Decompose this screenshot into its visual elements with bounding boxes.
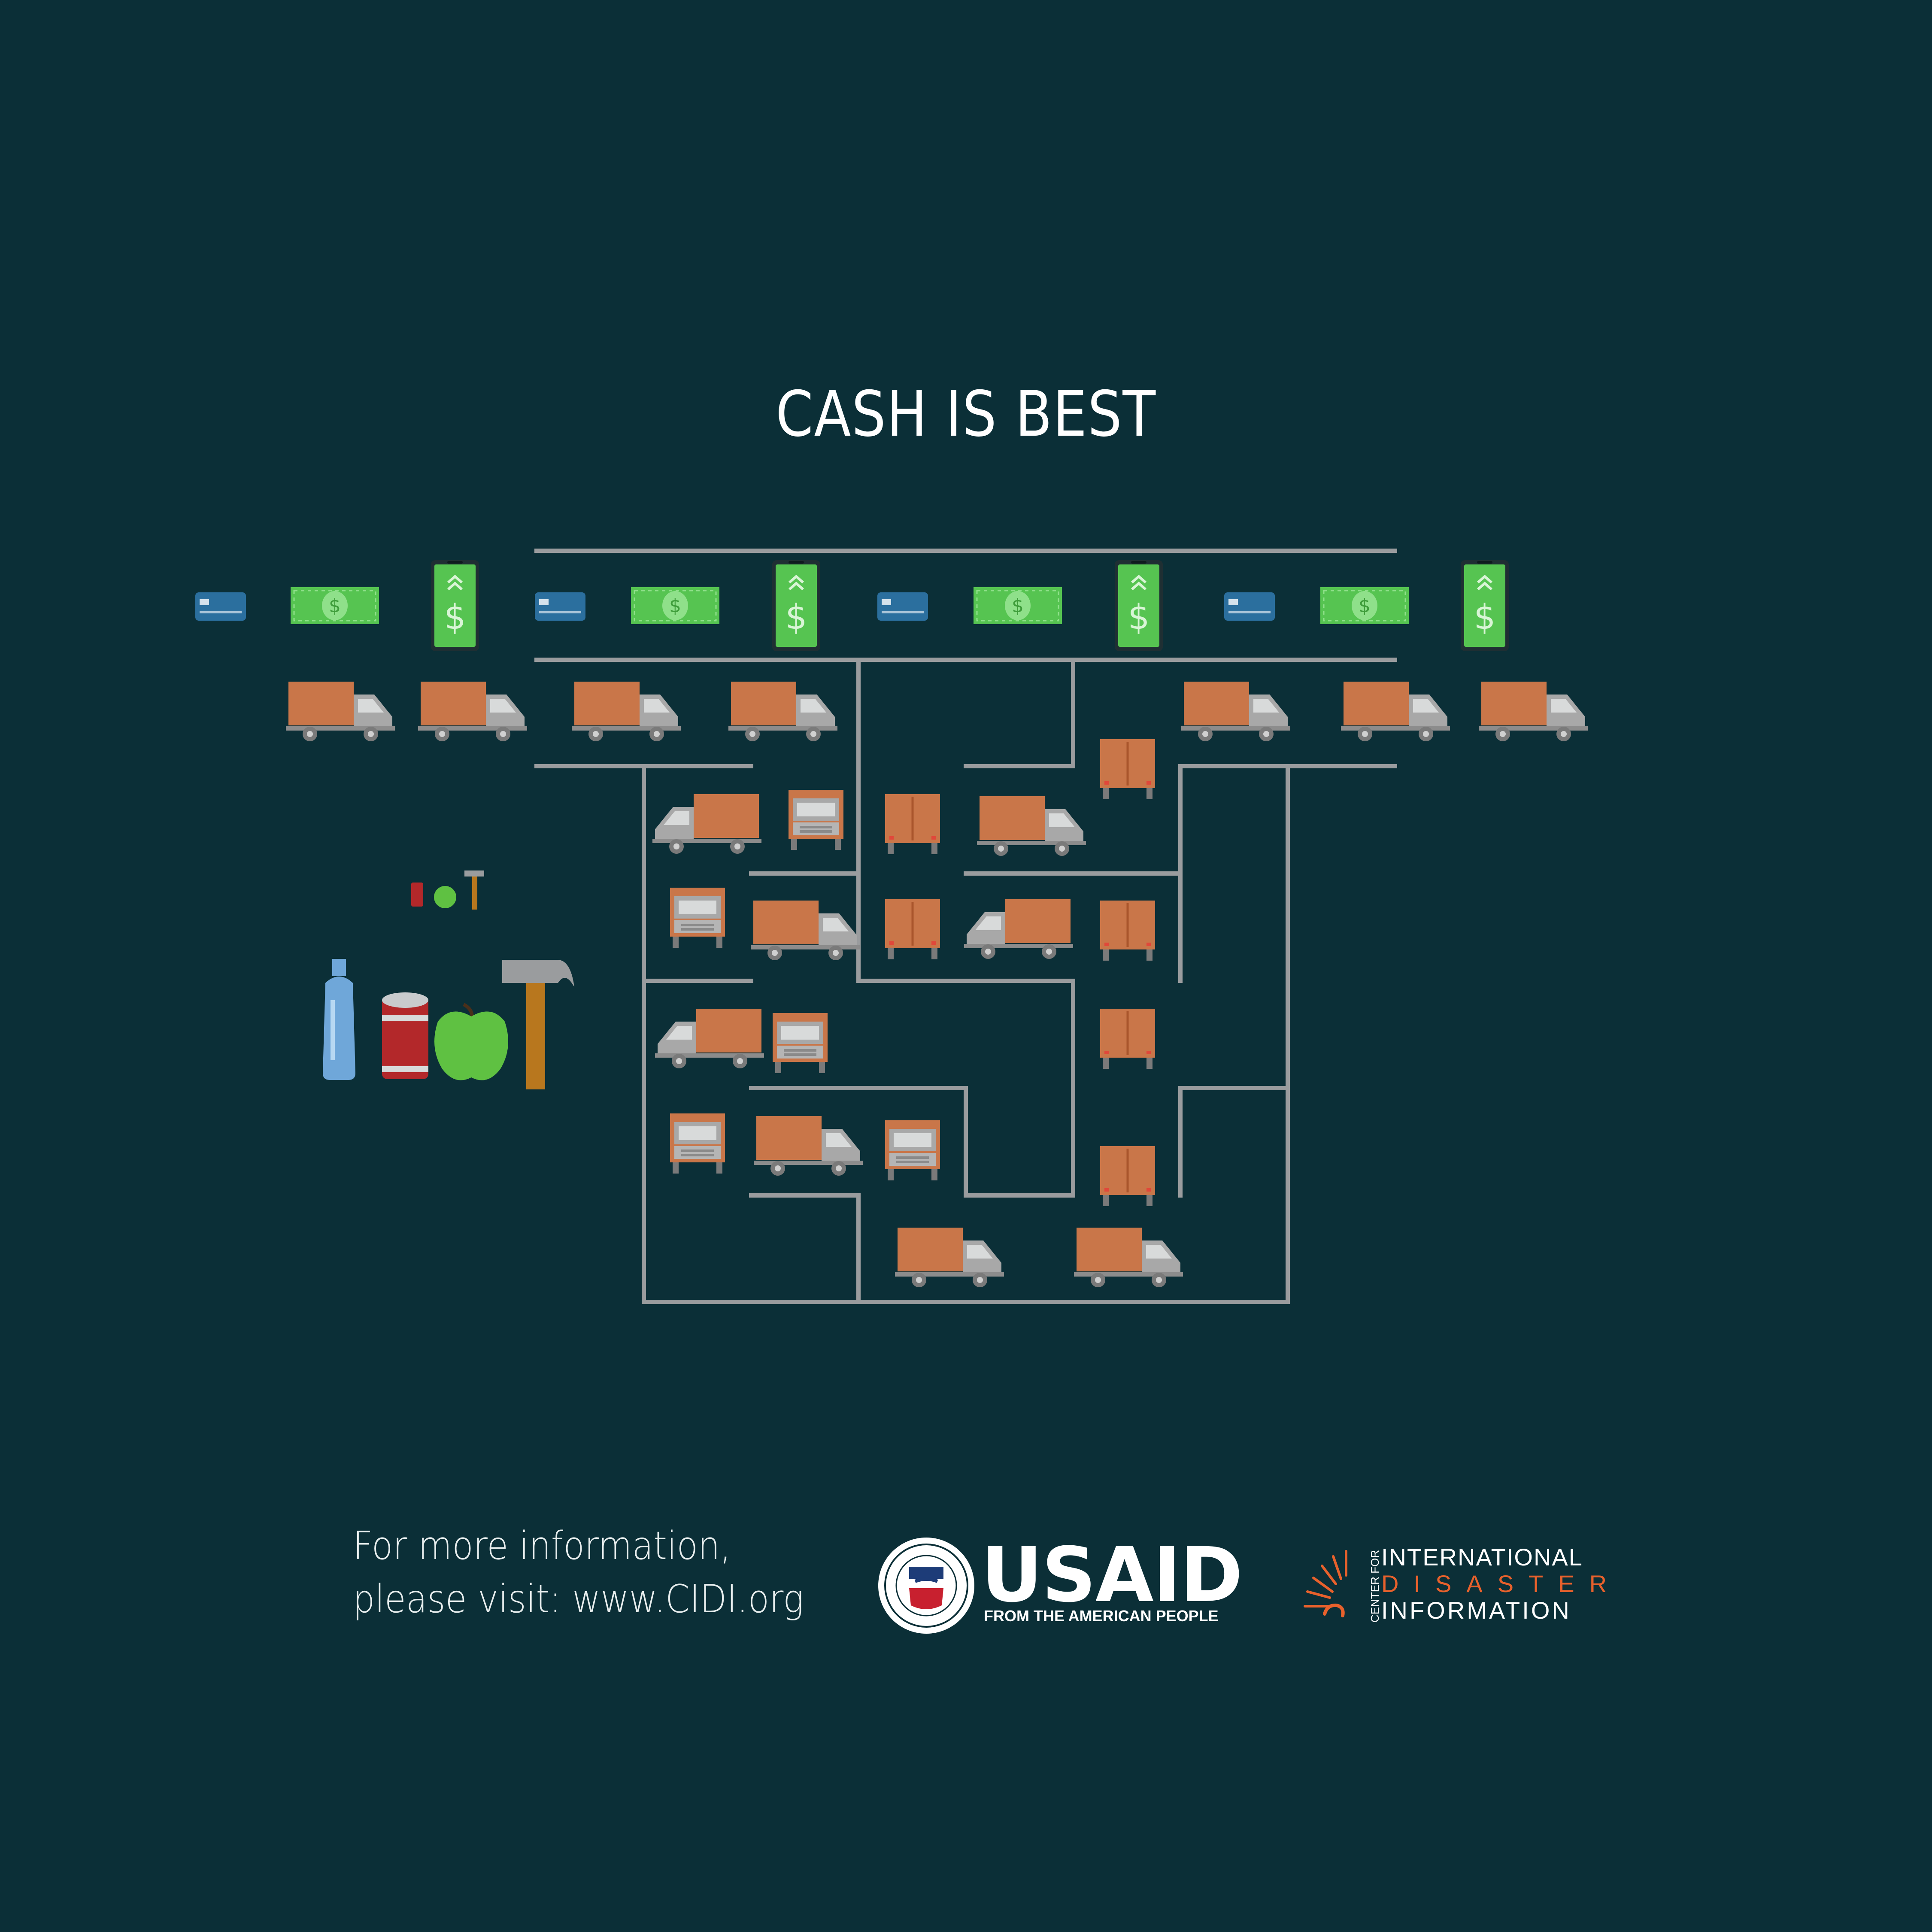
delivery-truck-icon [652,794,761,854]
delivery-truck-icon [286,682,395,741]
cidi-center-for: CENTER FOR [1368,1550,1381,1623]
credit-card-icon [1224,592,1275,621]
goods [323,959,574,1089]
delivery-truck-icon [1074,1228,1183,1287]
mobile-money-icon [772,560,820,651]
info-line-1: For more information, [353,1523,731,1568]
usaid-seal-icon [878,1538,974,1634]
apple-icon [434,886,456,908]
delivery-truck-icon [1100,901,1155,961]
delivery-truck-icon [1100,1146,1155,1206]
cidi-line-information: INFORMATION [1381,1597,1571,1624]
mobile-money-icon [1115,560,1163,651]
delivery-truck-icon [670,1113,725,1174]
trucks [286,682,1588,1287]
small-goods [411,870,484,910]
delivery-truck-icon [895,1228,1004,1287]
delivery-truck-icon [964,899,1073,959]
delivery-truck-icon [728,682,837,741]
delivery-truck-icon [773,1013,828,1073]
delivery-truck-icon [572,682,681,741]
mobile-money-icon [1461,560,1509,651]
cidi-line-disaster: DISASTER [1381,1570,1622,1597]
delivery-truck-icon [754,1116,863,1176]
delivery-truck-icon [885,899,940,959]
credit-card-icon [877,592,928,621]
cash-bill-icon [630,586,720,625]
cidi-line-international: INTERNATIONAL [1381,1544,1583,1571]
delivery-truck-icon [1181,682,1290,741]
delivery-truck-icon [751,901,860,960]
delivery-truck-icon [885,1120,940,1180]
hammer-icon [502,960,574,1089]
delivery-truck-icon [885,794,940,854]
cidi-sunburst-icon [1304,1550,1347,1617]
delivery-truck-icon [1100,739,1155,799]
cash-bill-icon [973,586,1063,625]
page-title: CASH IS BEST [776,378,1156,451]
hammer-icon [464,870,484,877]
mobile-money-icon [431,560,479,651]
info-text: For more information, please visit: www.… [353,1520,804,1626]
delivery-truck-icon [670,888,725,948]
payment-row [195,560,1509,651]
maze-illustration: $ $ [195,549,1588,1634]
maze-walls [534,549,1397,1304]
delivery-truck-icon [1341,682,1450,741]
delivery-truck-icon [418,682,527,741]
delivery-truck-icon [789,790,843,850]
info-line-2: please visit: www.CIDI.org [353,1577,804,1622]
cash-bill-icon [290,586,380,625]
tin-can-icon [411,883,423,907]
water-bottle-icon [323,959,355,1080]
credit-card-icon [535,592,585,621]
cash-bill-icon [1319,586,1410,625]
tin-can-icon [382,992,428,1079]
usaid-wordmark: USAID [981,1531,1243,1619]
usaid-tagline: FROM THE AMERICAN PEOPLE [984,1607,1219,1625]
delivery-truck-icon [1479,682,1588,741]
delivery-truck-icon [1100,1009,1155,1069]
apple-icon [434,1003,508,1080]
delivery-truck-icon [655,1009,764,1068]
delivery-truck-icon [977,796,1086,856]
credit-card-icon [195,592,246,621]
